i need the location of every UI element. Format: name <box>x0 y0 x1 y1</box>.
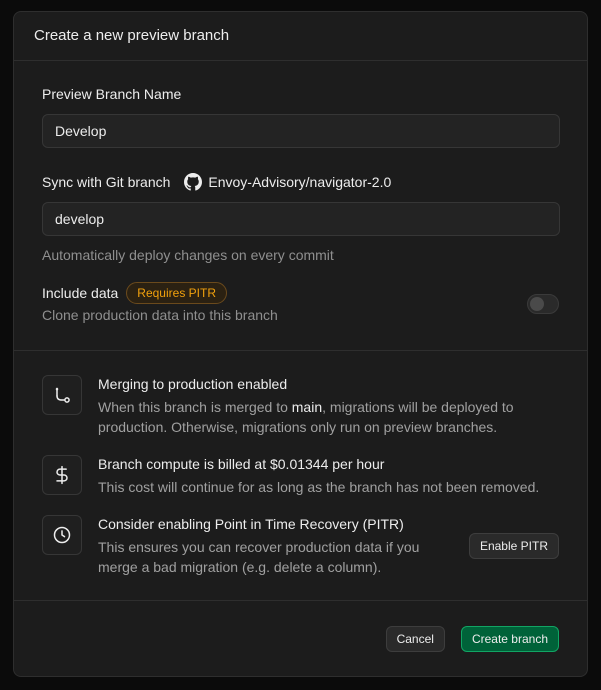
include-data-label: Include data <box>42 285 119 301</box>
clock-icon <box>53 526 71 544</box>
main-branch-name: main <box>291 399 323 415</box>
include-data-toggle[interactable] <box>527 294 559 314</box>
include-data-row: Include data Requires PITR Clone product… <box>42 282 559 324</box>
billing-title: Branch compute is billed at $0.01344 per… <box>98 456 385 472</box>
git-branch-helper: Automatically deploy changes on every co… <box>42 247 334 263</box>
pitr-description: This ensures you can recover production … <box>98 539 420 575</box>
dialog-footer: Cancel Create branch <box>14 600 587 676</box>
billing-description: This cost will continue for as long as t… <box>98 479 540 495</box>
requires-pitr-badge: Requires PITR <box>126 282 227 304</box>
repo-link[interactable]: Envoy-Advisory/navigator-2.0 <box>184 173 391 191</box>
branch-name-label: Preview Branch Name <box>42 86 182 102</box>
include-data-info: Include data Requires PITR Clone product… <box>42 282 278 324</box>
create-branch-button[interactable]: Create branch <box>460 625 559 652</box>
info-section: Merging to production enabled When this … <box>14 351 587 577</box>
git-branch-label: Sync with Git branch <box>42 174 171 190</box>
merge-icon-box <box>42 375 82 415</box>
git-branch-input[interactable] <box>42 202 560 236</box>
dialog-title: Create a new preview branch <box>14 12 587 61</box>
merge-info: Merging to production enabled When this … <box>42 375 559 437</box>
dollar-icon <box>56 465 68 485</box>
pitr-title: Consider enabling Point in Time Recovery… <box>98 516 404 532</box>
git-merge-icon <box>55 387 70 403</box>
toggle-knob <box>530 297 544 311</box>
pitr-info: Consider enabling Point in Time Recovery… <box>42 515 559 577</box>
branch-form: Preview Branch Name Sync with Git branch… <box>14 61 587 324</box>
github-icon <box>184 173 203 191</box>
branch-name-input[interactable] <box>42 114 560 148</box>
cancel-button[interactable]: Cancel <box>385 625 445 652</box>
billing-info: Branch compute is billed at $0.01344 per… <box>42 455 559 497</box>
git-branch-header: Sync with Git branch Envoy-Advisory/navi… <box>42 173 559 191</box>
repo-name: Envoy-Advisory/navigator-2.0 <box>208 174 392 190</box>
include-data-helper: Clone production data into this branch <box>42 307 278 323</box>
merge-title: Merging to production enabled <box>98 376 288 392</box>
git-branch-field: Sync with Git branch Envoy-Advisory/navi… <box>42 173 560 264</box>
merge-description: When this branch is merged to main, migr… <box>98 399 514 435</box>
billing-icon-box <box>42 455 82 495</box>
enable-pitr-button[interactable]: Enable PITR <box>468 533 559 559</box>
create-branch-dialog: Create a new preview branch Preview Bran… <box>13 11 588 677</box>
pitr-icon-box <box>42 515 82 555</box>
